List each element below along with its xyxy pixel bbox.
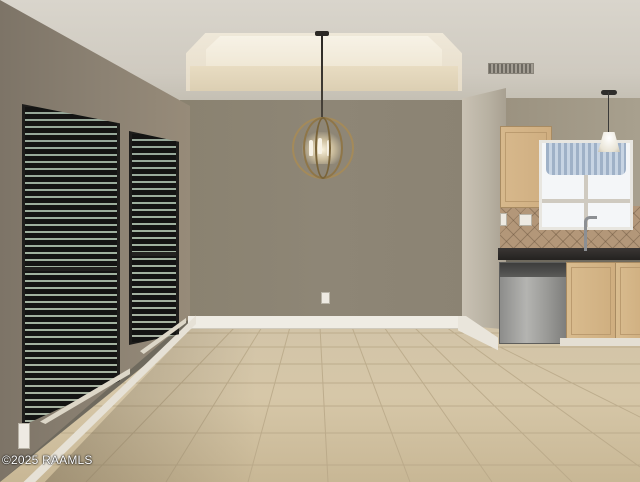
tray-ceiling-band <box>190 66 458 91</box>
ceiling-vent <box>488 63 534 74</box>
chandelier-ring <box>315 117 331 179</box>
window-small <box>129 131 179 345</box>
window-blinds <box>25 107 117 423</box>
wall-outlet <box>18 423 30 449</box>
window-large <box>22 104 120 426</box>
chandelier-rod <box>321 33 323 119</box>
cabinet-toe-kick <box>560 338 640 346</box>
wall-outlet <box>519 214 532 226</box>
pendant-cord <box>608 92 609 136</box>
faucet <box>584 216 597 251</box>
room-photo: ©2025 RAAMLS <box>0 0 640 482</box>
pendant-canopy <box>601 90 617 95</box>
dishwasher <box>499 262 567 344</box>
window-rail <box>25 267 117 271</box>
wall-outlet <box>500 213 507 226</box>
baseboard-back <box>188 316 464 329</box>
window-rail <box>132 252 176 256</box>
photo-watermark: ©2025 RAAMLS <box>2 453 93 467</box>
countertop <box>498 248 640 260</box>
lower-cabinet <box>615 262 640 340</box>
window-blinds <box>132 134 176 342</box>
wall-outlet <box>321 292 330 304</box>
lower-cabinet <box>566 262 616 340</box>
tray-ceiling-recess <box>206 36 442 66</box>
